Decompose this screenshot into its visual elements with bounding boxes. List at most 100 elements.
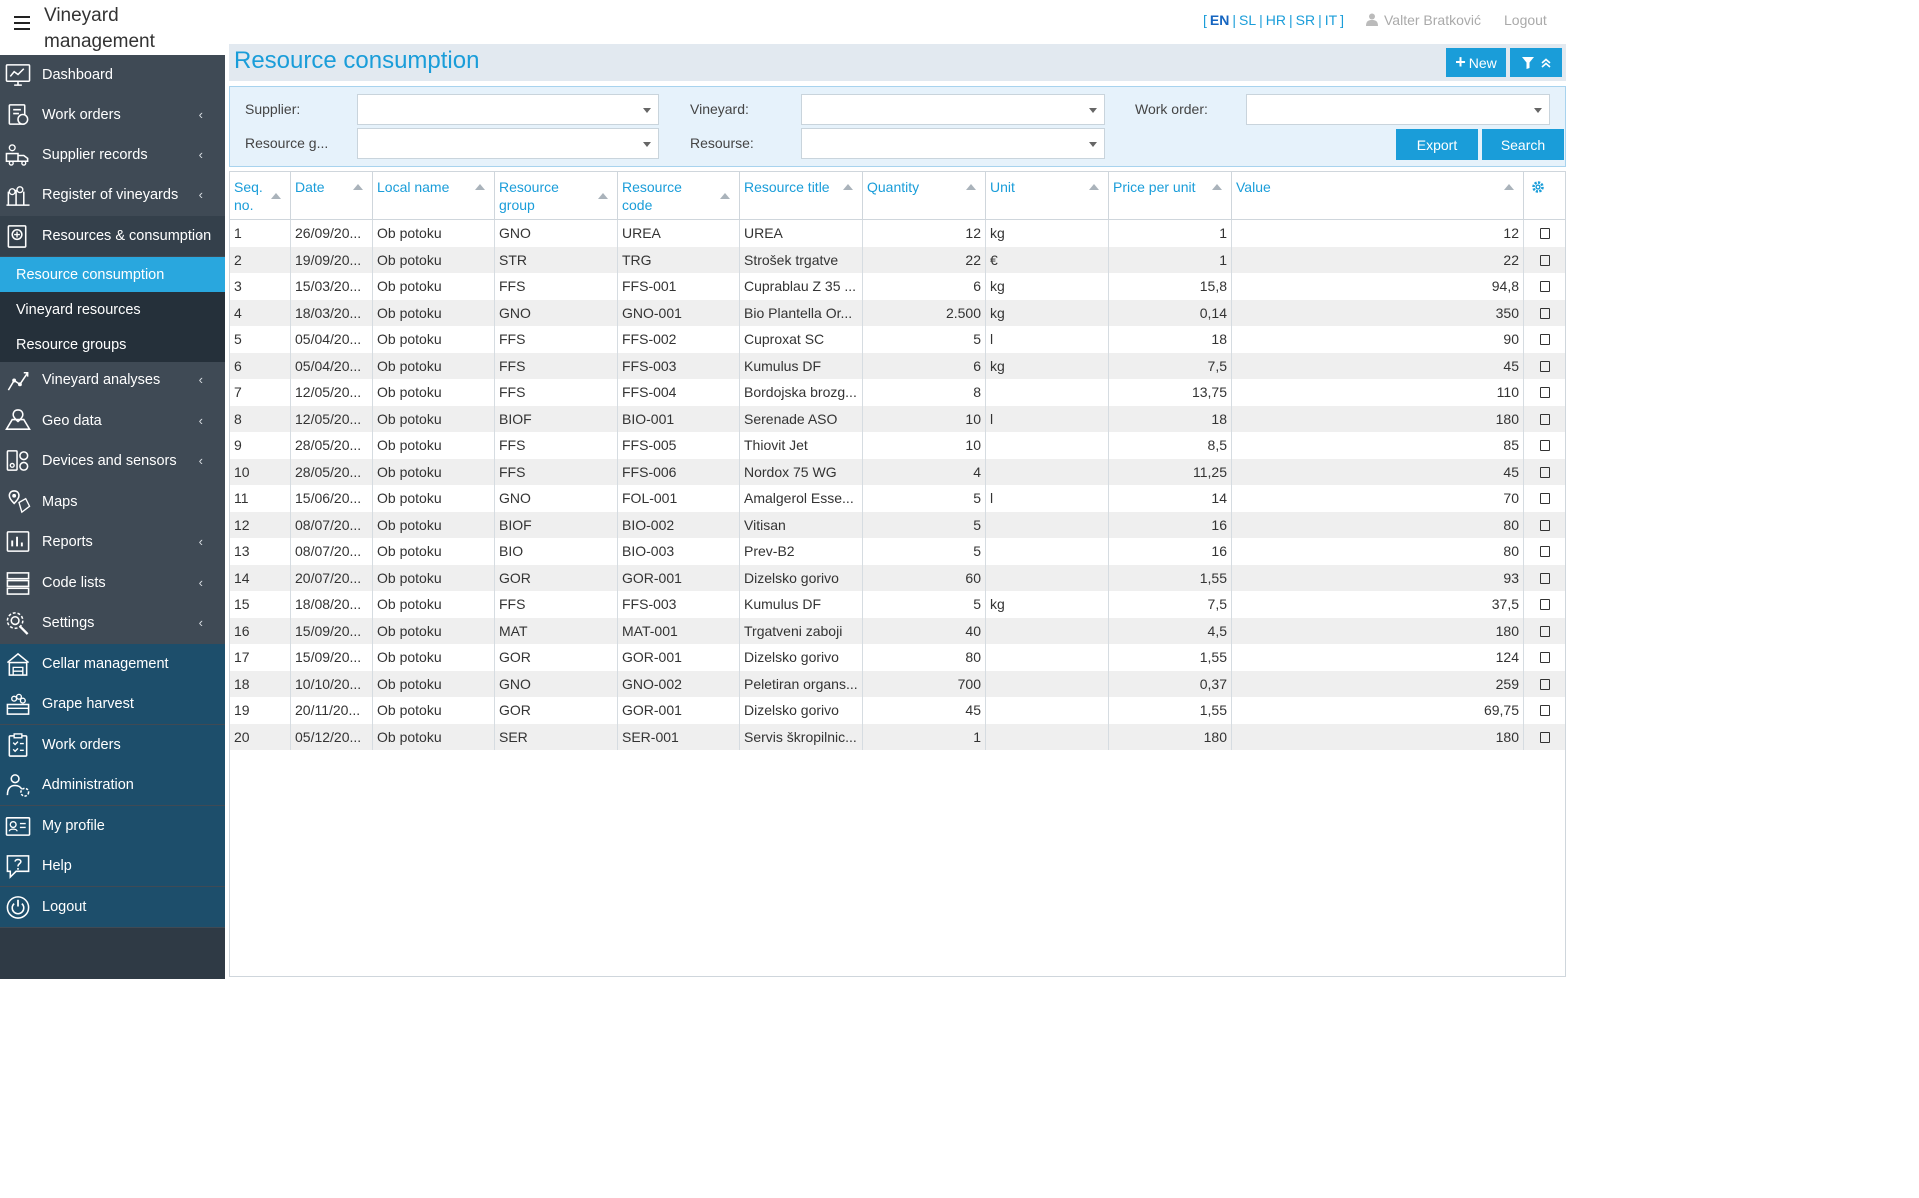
sidebar-subitem-resource-consumption[interactable]: Resource consumption — [0, 257, 225, 292]
row-checkbox[interactable] — [1540, 731, 1550, 743]
column-header-price-per-unit[interactable]: Price per unit — [1109, 172, 1232, 220]
table-row[interactable]: 18 10/10/20... Ob potoku GNO GNO-002 Peletira… — [230, 670, 1565, 697]
new-button[interactable]: + New — [1446, 48, 1506, 77]
sidebar-item-geo-data[interactable]: Geo data ‹ — [0, 401, 225, 441]
row-checkbox[interactable] — [1540, 519, 1550, 531]
table-row[interactable]: 17 15/09/20... Ob potoku GOR GOR-001 Dizelsko… — [230, 644, 1565, 671]
row-checkbox[interactable] — [1540, 705, 1550, 716]
table-row[interactable]: 2 19/09/20... Ob potoku STR TRG Strošek trgat… — [230, 246, 1565, 273]
work-order-select[interactable] — [1246, 94, 1550, 125]
lang-it-link[interactable]: IT — [1325, 12, 1337, 28]
row-checkbox[interactable] — [1540, 599, 1550, 610]
table-row[interactable]: 4 18/03/20... Ob potoku GNO GNO-001 Bio Plant… — [230, 299, 1565, 326]
table-row[interactable]: 5 05/04/20... Ob potoku FFS FFS-002 Cuproxat … — [230, 326, 1565, 353]
column-header-resource-title[interactable]: Resource title — [740, 172, 863, 220]
row-checkbox[interactable] — [1540, 466, 1550, 478]
lang-hr-link[interactable]: HR — [1266, 12, 1286, 28]
lang-sr-link[interactable]: SR — [1296, 12, 1315, 28]
sidebar-item-code-lists[interactable]: Code lists ‹ — [0, 563, 225, 603]
column-settings-header[interactable] — [1524, 172, 1565, 220]
row-checkbox[interactable] — [1540, 652, 1550, 663]
column-header-resource-group[interactable]: Resource group — [495, 172, 618, 220]
row-checkbox[interactable] — [1540, 387, 1550, 398]
row-select-cell — [1524, 273, 1565, 300]
row-checkbox[interactable] — [1540, 413, 1550, 425]
column-header-seq-no[interactable]: Seq. no. — [230, 172, 291, 220]
table-row[interactable]: 15 18/08/20... Ob potoku FFS FFS-003 Kumulus … — [230, 591, 1565, 618]
table-row[interactable]: 20 05/12/20... Ob potoku SER SER-001 Servis š… — [230, 723, 1565, 750]
table-row[interactable]: 3 15/03/20... Ob potoku FFS FFS-001 Cuprablau… — [230, 273, 1565, 300]
row-checkbox[interactable] — [1540, 493, 1550, 504]
resource-select[interactable] — [801, 128, 1105, 159]
table-cell: FFS — [495, 591, 618, 618]
column-header-quantity[interactable]: Quantity — [863, 172, 986, 220]
search-button[interactable]: Search — [1482, 129, 1564, 160]
sidebar-item-cellar-management[interactable]: Cellar management — [0, 644, 225, 684]
user-name[interactable]: Valter Bratković — [1384, 12, 1481, 28]
sidebar-item-register-of-vineyards[interactable]: Register of vineyards ‹ — [0, 175, 225, 215]
sidebar-item-vineyard-analyses[interactable]: Vineyard analyses ‹ — [0, 360, 225, 400]
sidebar-subitem-resource-groups[interactable]: Resource groups — [0, 327, 225, 362]
table-cell: 6 — [863, 352, 986, 379]
sidebar-subitem-vineyard-resources[interactable]: Vineyard resources — [0, 292, 225, 327]
lang-separator: | — [1318, 12, 1322, 28]
table-cell: 4 — [230, 299, 291, 326]
sidebar-item-resources-consumption[interactable]: Resources & consumption ‹ — [0, 216, 225, 256]
table-row[interactable]: 8 12/05/20... Ob potoku BIOF BIO-001 Serenade… — [230, 405, 1565, 432]
column-header-unit[interactable]: Unit — [986, 172, 1109, 220]
table-row[interactable]: 16 15/09/20... Ob potoku MAT MAT-001 Trgatven… — [230, 617, 1565, 644]
table-row[interactable]: 6 05/04/20... Ob potoku FFS FFS-003 Kumulus D… — [230, 352, 1565, 379]
sidebar-item-dashboard[interactable]: Dashboard — [0, 55, 225, 95]
resource-group-select[interactable] — [357, 128, 659, 159]
column-header-local-name[interactable]: Local name — [373, 172, 495, 220]
table-row[interactable]: 1 26/09/20... Ob potoku GNO UREA UREA 12 kg 1 12 — [230, 220, 1565, 247]
row-checkbox[interactable] — [1540, 678, 1550, 690]
table-row[interactable]: 13 08/07/20... Ob potoku BIO BIO-003 Prev-B2 5… — [230, 538, 1565, 565]
lang-sl-link[interactable]: SL — [1239, 12, 1256, 28]
sidebar-item-work-orders[interactable]: Work orders ‹ — [0, 95, 225, 135]
table-row[interactable]: 12 08/07/20... Ob potoku BIOF BIO-002 Vitisan… — [230, 511, 1565, 538]
row-checkbox[interactable] — [1540, 572, 1550, 584]
column-header-value[interactable]: Value — [1232, 172, 1524, 220]
table-row[interactable]: 11 15/06/20... Ob potoku GNO FOL-001 Amalgero… — [230, 485, 1565, 512]
export-button[interactable]: Export — [1396, 129, 1478, 160]
gear-icon[interactable] — [1531, 180, 1545, 194]
row-checkbox[interactable] — [1540, 307, 1550, 319]
logout-link[interactable]: Logout — [1504, 12, 1547, 28]
sidebar-item-grape-harvest[interactable]: Grape harvest — [0, 684, 225, 724]
column-header-resource-code[interactable]: Resource code — [618, 172, 740, 220]
row-checkbox[interactable] — [1540, 625, 1550, 637]
row-checkbox[interactable] — [1540, 440, 1550, 451]
table-row[interactable]: 19 20/11/20... Ob potoku GOR GOR-001 Dizelsko… — [230, 697, 1565, 724]
row-checkbox[interactable] — [1540, 334, 1550, 345]
row-checkbox[interactable] — [1540, 281, 1550, 292]
row-checkbox[interactable] — [1540, 360, 1550, 372]
sidebar-item-supplier-records[interactable]: Supplier records ‹ — [0, 135, 225, 175]
table-row[interactable]: 14 20/07/20... Ob potoku GOR GOR-001 Dizelsko… — [230, 564, 1565, 591]
table-row[interactable]: 10 28/05/20... Ob potoku FFS FFS-006 Nordox 7… — [230, 458, 1565, 485]
sidebar-item-logout[interactable]: Logout — [0, 887, 225, 927]
sidebar-item-my-profile[interactable]: My profile — [0, 806, 225, 846]
supplier-select[interactable] — [357, 94, 659, 125]
lang-en-link[interactable]: EN — [1210, 12, 1229, 28]
column-header-date[interactable]: Date — [291, 172, 373, 220]
sidebar-item-settings[interactable]: Settings ‹ — [0, 603, 225, 643]
table-row[interactable]: 9 28/05/20... Ob potoku FFS FFS-005 Thiovit J… — [230, 432, 1565, 459]
row-checkbox[interactable] — [1540, 254, 1550, 266]
table-cell: 08/07/20... — [291, 538, 373, 565]
sidebar-item-devices-and-sensors[interactable]: Devices and sensors ‹ — [0, 441, 225, 481]
sidebar-item-reports[interactable]: Reports ‹ — [0, 522, 225, 562]
table-row[interactable]: 7 12/05/20... Ob potoku FFS FFS-004 Bordojska… — [230, 379, 1565, 406]
sidebar-item-maps[interactable]: Maps — [0, 482, 225, 522]
vineyard-select[interactable] — [801, 94, 1105, 125]
table-cell: 15,8 — [1109, 273, 1232, 300]
sidebar-item-work-orders-2[interactable]: Work orders — [0, 725, 225, 765]
hamburger-menu-icon[interactable] — [12, 12, 32, 34]
geo-icon — [3, 407, 33, 435]
filter-toggle-button[interactable] — [1510, 48, 1562, 77]
sidebar-item-administration[interactable]: Administration — [0, 765, 225, 805]
row-checkbox[interactable] — [1540, 228, 1550, 239]
table-cell: Ob potoku — [373, 246, 495, 273]
sidebar-item-help[interactable]: Help — [0, 846, 225, 886]
row-checkbox[interactable] — [1540, 546, 1550, 557]
